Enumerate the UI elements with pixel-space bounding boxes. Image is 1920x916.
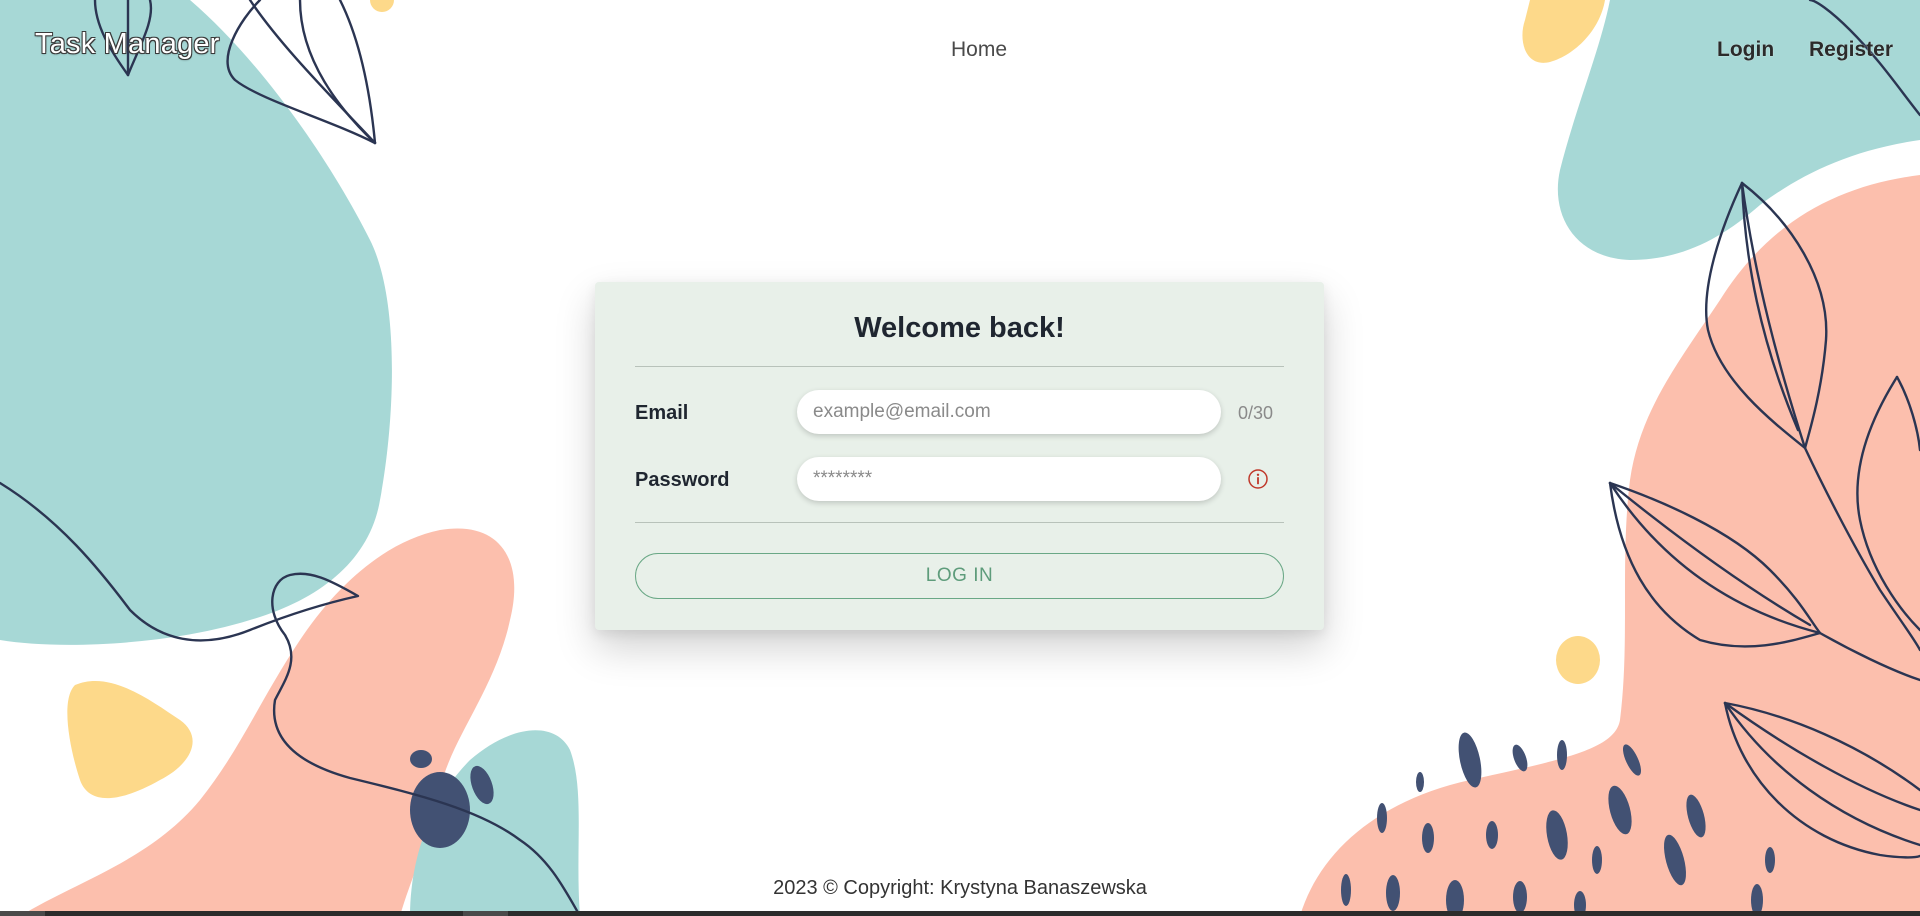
yellow-blob-left <box>67 680 193 799</box>
login-title: Welcome back! <box>854 312 1065 344</box>
brand-logo[interactable]: Task Manager <box>35 28 220 61</box>
nav-login-link[interactable]: Login <box>1717 38 1774 62</box>
taskbar-segment <box>0 911 45 916</box>
password-input[interactable] <box>797 457 1221 501</box>
login-submit-button[interactable]: LOG IN <box>635 553 1284 599</box>
email-char-counter: 0/30 <box>1238 403 1274 423</box>
footer-copyright: 2023 © Copyright: Krystyna Banaszewska <box>773 877 1147 899</box>
email-input[interactable] <box>797 390 1221 434</box>
password-label: Password <box>635 469 730 491</box>
divider <box>635 366 1284 367</box>
taskbar-segment <box>463 911 508 916</box>
yellow-blob-right <box>1522 0 1605 63</box>
login-card: Welcome back! Email 0/30 Password LOG IN <box>595 282 1324 630</box>
info-circle-icon[interactable] <box>1247 468 1269 490</box>
window-bottom-bar <box>0 911 1920 916</box>
nav-home-link[interactable]: Home <box>951 38 1007 62</box>
nav-register-link[interactable]: Register <box>1809 38 1893 62</box>
divider <box>635 522 1284 523</box>
email-label: Email <box>635 402 689 424</box>
